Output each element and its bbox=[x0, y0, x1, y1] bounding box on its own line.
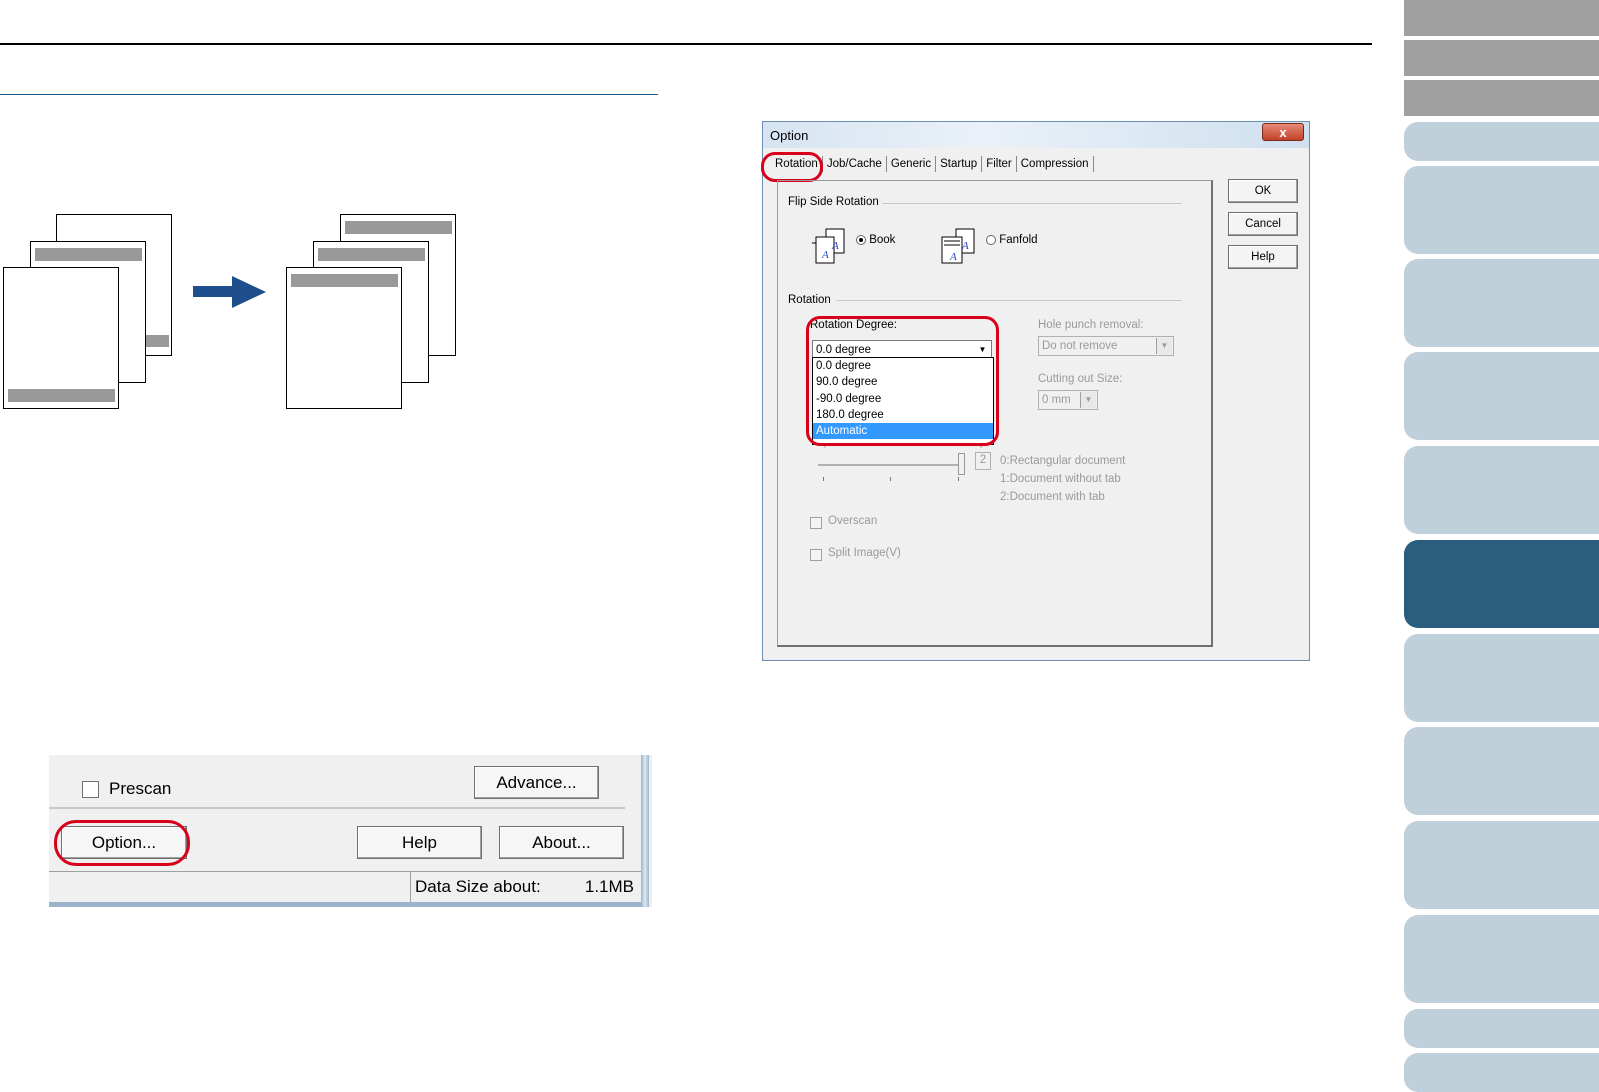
split-image-label: Split Image(V) bbox=[828, 547, 901, 559]
nav-tab-8[interactable] bbox=[1404, 446, 1599, 534]
svg-text:A: A bbox=[949, 251, 957, 263]
chevron-down-icon: ▼ bbox=[1156, 338, 1172, 354]
fanfold-icon: A A bbox=[941, 228, 975, 264]
cutting-size-value: 0 mm bbox=[1042, 394, 1071, 406]
book-icon: A A bbox=[812, 228, 845, 264]
tab-job-cache[interactable]: Job/Cache bbox=[823, 156, 887, 172]
accuracy-legend: 0:Rectangular document 1:Document withou… bbox=[1000, 452, 1125, 506]
nav-tab-10[interactable] bbox=[1404, 634, 1599, 722]
nav-tab-2[interactable] bbox=[1404, 40, 1599, 76]
cancel-button[interactable]: Cancel bbox=[1228, 212, 1298, 236]
fanfold-label: Fanfold bbox=[999, 234, 1038, 246]
nav-tab-1[interactable] bbox=[1404, 0, 1599, 36]
slider-thumb[interactable] bbox=[958, 453, 965, 475]
legend-line: 0:Rectangular document bbox=[1000, 455, 1126, 467]
flip-side-group-label: Flip Side Rotation bbox=[788, 196, 879, 208]
legend-line: 2:Document with tab bbox=[1000, 491, 1105, 503]
group-divider bbox=[836, 300, 1182, 301]
tab-compression[interactable]: Compression bbox=[1017, 156, 1094, 172]
data-size-label: Data Size about: bbox=[415, 877, 541, 896]
hole-punch-select[interactable]: Do not remove ▼ bbox=[1038, 336, 1174, 356]
nav-tab-7[interactable] bbox=[1404, 352, 1599, 440]
nav-tab-14[interactable] bbox=[1404, 1009, 1599, 1048]
nav-tab-13[interactable] bbox=[1404, 915, 1599, 1003]
slider-tick bbox=[958, 477, 959, 481]
nav-tab-3[interactable] bbox=[1404, 80, 1599, 116]
dialog-title: Option bbox=[770, 128, 809, 143]
tab-filter[interactable]: Filter bbox=[982, 156, 1017, 172]
svg-text:A: A bbox=[831, 240, 839, 252]
tab-generic[interactable]: Generic bbox=[887, 156, 937, 172]
legend-line: 1:Document without tab bbox=[1000, 473, 1121, 485]
prescan-checkbox[interactable] bbox=[82, 781, 99, 798]
help-button[interactable]: Help bbox=[1228, 245, 1298, 269]
overscan-label: Overscan bbox=[828, 515, 878, 527]
nav-tab-4[interactable] bbox=[1404, 122, 1599, 161]
about-button[interactable]: About... bbox=[499, 826, 624, 859]
nav-tab-6[interactable] bbox=[1404, 259, 1599, 347]
window-frame-right bbox=[641, 755, 649, 907]
close-button[interactable]: x bbox=[1262, 123, 1304, 141]
arrow-right-icon bbox=[193, 286, 233, 297]
fanfold-radio[interactable] bbox=[986, 234, 996, 245]
overscan-checkbox[interactable] bbox=[810, 517, 822, 529]
nav-tab-current[interactable] bbox=[1404, 540, 1599, 628]
hole-punch-value: Do not remove bbox=[1042, 340, 1118, 352]
highlight-rotation-tab bbox=[761, 152, 823, 182]
highlight-rotation-degree bbox=[806, 316, 999, 446]
slider-tick bbox=[890, 477, 891, 481]
advance-button[interactable]: Advance... bbox=[474, 766, 599, 799]
status-bar: Data Size about: 1.1MB bbox=[410, 872, 642, 902]
header-rule bbox=[0, 43, 1372, 45]
accuracy-value-box: 2 bbox=[975, 452, 991, 470]
svg-text:A: A bbox=[961, 240, 969, 252]
nav-tab-5[interactable] bbox=[1404, 166, 1599, 254]
hole-punch-label: Hole punch removal: bbox=[1038, 319, 1144, 331]
nav-tab-15[interactable] bbox=[1404, 1053, 1599, 1092]
book-label: Book bbox=[869, 234, 896, 246]
fanfold-option[interactable]: Fanfold bbox=[986, 234, 1038, 246]
nav-tab-12[interactable] bbox=[1404, 821, 1599, 909]
speed-accuracy-slider[interactable] bbox=[818, 464, 958, 466]
group-divider bbox=[882, 203, 1182, 204]
help-button[interactable]: Help bbox=[357, 826, 482, 859]
arrow-head-icon bbox=[232, 276, 266, 308]
nav-tab-11[interactable] bbox=[1404, 727, 1599, 815]
window-frame-bottom bbox=[49, 902, 649, 907]
data-size-value: 1.1MB bbox=[584, 877, 634, 896]
section-rule bbox=[0, 94, 658, 95]
book-option[interactable]: Book bbox=[856, 234, 895, 246]
split-image-checkbox[interactable] bbox=[810, 549, 822, 561]
chevron-down-icon: ▼ bbox=[1080, 392, 1096, 408]
slider-tick bbox=[823, 477, 824, 481]
highlight-option-button bbox=[54, 820, 190, 866]
ok-button[interactable]: OK bbox=[1228, 179, 1298, 203]
svg-text:A: A bbox=[821, 249, 829, 261]
cutting-size-label: Cutting out Size: bbox=[1038, 373, 1123, 385]
rotation-group-label: Rotation bbox=[788, 294, 831, 306]
tab-startup[interactable]: Startup bbox=[936, 156, 983, 172]
cutting-size-select[interactable]: 0 mm ▼ bbox=[1038, 390, 1098, 410]
book-radio[interactable] bbox=[856, 234, 866, 245]
prescan-label: Prescan bbox=[109, 779, 172, 798]
dialog-titlebar: Option x bbox=[763, 122, 1309, 148]
